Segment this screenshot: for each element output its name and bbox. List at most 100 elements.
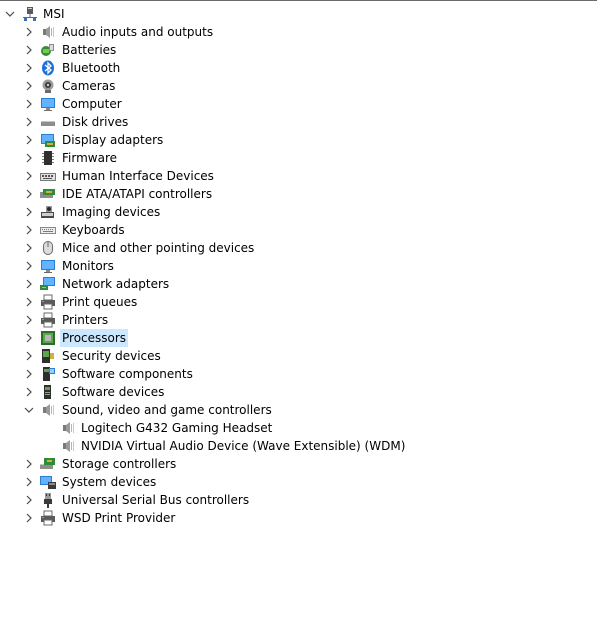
category-cameras[interactable]: Cameras	[0, 77, 597, 95]
category-computer[interactable]: Computer	[0, 95, 597, 113]
chevron-right-icon[interactable]	[22, 185, 36, 203]
category-imaging-devices[interactable]: Imaging devices	[0, 203, 597, 221]
category-printers[interactable]: Printers	[0, 311, 597, 329]
tree-item-label: Disk drives	[62, 115, 129, 129]
hid-icon	[40, 168, 56, 184]
category-security-devices[interactable]: Security devices	[0, 347, 597, 365]
bluetooth-icon	[40, 60, 56, 76]
chevron-right-icon[interactable]	[22, 275, 36, 293]
category-network-adapters[interactable]: Network adapters	[0, 275, 597, 293]
display-adapter-icon	[40, 132, 56, 148]
category-monitors[interactable]: Monitors	[0, 257, 597, 275]
category-wsd-print-provider[interactable]: WSD Print Provider	[0, 509, 597, 527]
category-processors[interactable]: Processors	[0, 329, 597, 347]
category-ide-ata-atapi-controllers[interactable]: IDE ATA/ATAPI controllers	[0, 185, 597, 203]
chevron-right-icon[interactable]	[22, 365, 36, 383]
category-disk-drives[interactable]: Disk drives	[0, 113, 597, 131]
category-software-components[interactable]: Software components	[0, 365, 597, 383]
imaging-icon	[40, 204, 56, 220]
chevron-right-icon[interactable]	[22, 113, 36, 131]
category-audio-inputs-and-outputs[interactable]: Audio inputs and outputs	[0, 23, 597, 41]
tree-item-label: Cameras	[62, 79, 116, 93]
tree-item-label: NVIDIA Virtual Audio Device (Wave Extens…	[81, 439, 406, 453]
tree-item-label: Bluetooth	[62, 61, 121, 75]
category-print-queues[interactable]: Print queues	[0, 293, 597, 311]
category-firmware[interactable]: Firmware	[0, 149, 597, 167]
device-item-logitech-g432-gaming-headset[interactable]: Logitech G432 Gaming Headset	[0, 419, 597, 437]
category-bluetooth[interactable]: Bluetooth	[0, 59, 597, 77]
chevron-right-icon[interactable]	[22, 131, 36, 149]
tree-item-label: Batteries	[62, 43, 117, 57]
speaker-icon	[40, 402, 56, 418]
device-item-nvidia-virtual-audio-device-wave-extensible-wdm[interactable]: NVIDIA Virtual Audio Device (Wave Extens…	[0, 437, 597, 455]
category-system-devices[interactable]: System devices	[0, 473, 597, 491]
chevron-right-icon[interactable]	[22, 203, 36, 221]
tree-item-label: Imaging devices	[62, 205, 161, 219]
tree-item-label: Printers	[62, 313, 109, 327]
category-batteries[interactable]: Batteries	[0, 41, 597, 59]
tree-item-label: Keyboards	[62, 223, 125, 237]
tree-item-label: Monitors	[62, 259, 114, 273]
chevron-down-icon[interactable]	[22, 401, 36, 419]
battery-icon	[40, 42, 56, 58]
chevron-right-icon[interactable]	[22, 491, 36, 509]
category-keyboards[interactable]: Keyboards	[0, 221, 597, 239]
storage-controller-icon	[40, 456, 56, 472]
software-component-icon	[40, 366, 56, 382]
chevron-right-icon[interactable]	[22, 41, 36, 59]
chevron-right-icon[interactable]	[22, 293, 36, 311]
system-devices-icon	[40, 474, 56, 490]
chevron-right-icon[interactable]	[22, 311, 36, 329]
tree-item-label: Firmware	[62, 151, 117, 165]
tree-item-label: Storage controllers	[62, 457, 177, 471]
chevron-right-icon[interactable]	[22, 383, 36, 401]
category-storage-controllers[interactable]: Storage controllers	[0, 455, 597, 473]
tree-item-label: Software components	[62, 367, 193, 381]
mouse-icon	[40, 240, 56, 256]
chevron-right-icon[interactable]	[22, 95, 36, 113]
chevron-right-icon[interactable]	[22, 221, 36, 239]
chevron-right-icon[interactable]	[22, 59, 36, 77]
disk-drive-icon	[40, 114, 56, 130]
category-sound-video-and-game-controllers[interactable]: Sound, video and game controllers	[0, 401, 597, 419]
category-universal-serial-bus-controllers[interactable]: Universal Serial Bus controllers	[0, 491, 597, 509]
chevron-right-icon[interactable]	[22, 455, 36, 473]
printer-icon	[40, 510, 56, 526]
chevron-right-icon[interactable]	[22, 473, 36, 491]
chevron-right-icon[interactable]	[22, 77, 36, 95]
tree-item-label: Human Interface Devices	[62, 169, 214, 183]
chevron-right-icon[interactable]	[22, 239, 36, 257]
chevron-right-icon[interactable]	[22, 509, 36, 527]
category-mice-and-other-pointing-devices[interactable]: Mice and other pointing devices	[0, 239, 597, 257]
camera-icon	[40, 78, 56, 94]
tree-item-label: Logitech G432 Gaming Headset	[81, 421, 273, 435]
chevron-right-icon[interactable]	[22, 149, 36, 167]
tree-item-label: Display adapters	[62, 133, 164, 147]
processor-icon	[40, 330, 56, 346]
tree-root[interactable]: MSI	[0, 5, 597, 23]
tree-item-label: Sound, video and game controllers	[62, 403, 272, 417]
network-icon	[40, 276, 56, 292]
tree-root-label: MSI	[43, 7, 65, 21]
device-tree: MSI Audio inputs and outputs Batteries Blu…	[0, 5, 597, 527]
category-human-interface-devices[interactable]: Human Interface Devices	[0, 167, 597, 185]
tree-item-label: Security devices	[62, 349, 161, 363]
tree-item-label: Processors	[60, 329, 129, 347]
chevron-right-icon[interactable]	[22, 23, 36, 41]
tree-item-label: Universal Serial Bus controllers	[62, 493, 250, 507]
monitor-icon	[40, 96, 56, 112]
category-software-devices[interactable]: Software devices	[0, 383, 597, 401]
chevron-right-icon[interactable]	[22, 329, 36, 347]
category-display-adapters[interactable]: Display adapters	[0, 131, 597, 149]
tree-item-label: Print queues	[62, 295, 138, 309]
chip-icon	[40, 150, 56, 166]
ide-controller-icon	[40, 186, 56, 202]
chevron-right-icon[interactable]	[22, 257, 36, 275]
chevron-right-icon[interactable]	[22, 347, 36, 365]
chevron-right-icon[interactable]	[22, 167, 36, 185]
software-device-icon	[40, 384, 56, 400]
speaker-icon	[60, 420, 76, 436]
tree-item-label: Software devices	[62, 385, 165, 399]
monitor-icon	[40, 258, 56, 274]
chevron-down-icon[interactable]	[3, 5, 17, 23]
